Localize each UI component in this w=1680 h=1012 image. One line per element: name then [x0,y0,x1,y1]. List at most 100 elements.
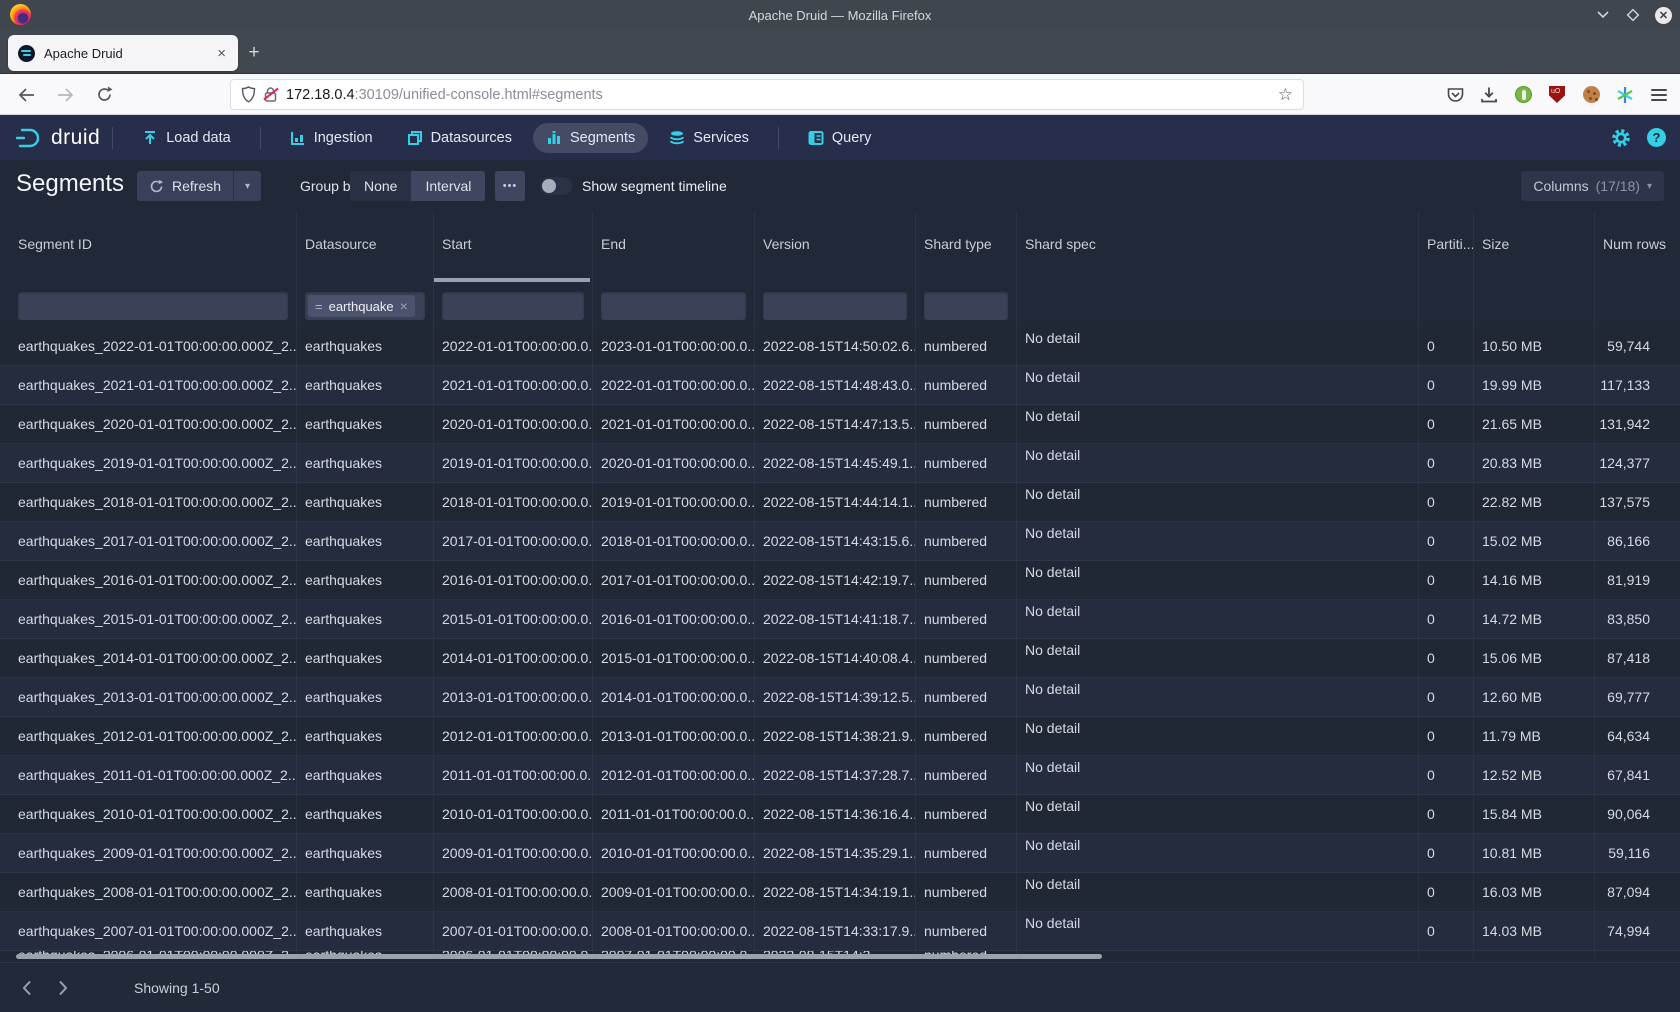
cell-segment_id[interactable]: earthquakes_2016-01-01T00:00:00.000Z_2..… [0,561,296,599]
cell-end[interactable]: 2020-01-01T00:00:00.0... [592,444,754,482]
cell-segment_id[interactable]: earthquakes_2014-01-01T00:00:00.000Z_2..… [0,639,296,677]
cell-datasource[interactable]: earthquakes [296,873,433,911]
cell-version[interactable]: 2022-08-15T14:41:18.7... [754,600,915,638]
cell-start[interactable]: 2016-01-01T00:00:00.0... [433,561,592,599]
cell-size[interactable]: 11.79 MB [1473,717,1594,755]
cell-shard_type[interactable]: numbered [915,483,1016,521]
cell-shard_spec[interactable]: No detail [1016,444,1418,482]
cell-version[interactable]: 2022-08-15T14:33:17.9... [754,912,915,950]
cell-partition[interactable]: 0 [1418,639,1473,677]
cell-shard_type[interactable]: numbered [915,366,1016,404]
cell-shard_type[interactable]: numbered [915,561,1016,599]
cell-segment_id[interactable]: earthquakes_2017-01-01T00:00:00.000Z_2..… [0,522,296,560]
cell-num_rows[interactable]: 64,634 [1594,717,1680,755]
bookmark-star-icon[interactable]: ☆ [1278,85,1293,105]
cell-size[interactable]: 21.65 MB [1473,405,1594,443]
cell-shard_spec[interactable]: No detail [1016,756,1418,794]
cell-shard_type[interactable]: numbered [915,834,1016,872]
cell-segment_id[interactable]: earthquakes_2011-01-01T00:00:00.000Z_2..… [0,756,296,794]
cell-num_rows[interactable]: 59,744 [1594,327,1680,365]
browser-tab-apache-druid[interactable]: Apache Druid × [8,35,238,71]
cell-end[interactable]: 2012-01-01T00:00:00.0... [592,756,754,794]
table-row[interactable]: earthquakes_2011-01-01T00:00:00.000Z_2..… [0,756,1680,795]
cell-shard_spec[interactable]: No detail [1016,327,1418,365]
cell-shard_spec[interactable]: No detail [1016,795,1418,833]
cell-end[interactable]: 2018-01-01T00:00:00.0... [592,522,754,560]
cell-shard_type[interactable]: numbered [915,405,1016,443]
cell-version[interactable]: 2022-08-15T14:48:43.0... [754,366,915,404]
table-row[interactable]: earthquakes_2021-01-01T00:00:00.000Z_2..… [0,366,1680,405]
cell-end[interactable]: 2021-01-01T00:00:00.0... [592,405,754,443]
cell-partition[interactable]: 0 [1418,405,1473,443]
nav-item-services[interactable]: Services [656,123,762,153]
cell-datasource[interactable]: earthquakes [296,444,433,482]
cell-num_rows[interactable]: 90,064 [1594,795,1680,833]
nav-item-segments[interactable]: Segments [533,123,648,153]
cell-num_rows[interactable]: 67,841 [1594,756,1680,794]
cell-datasource[interactable]: earthquakes [296,600,433,638]
cell-version[interactable]: 2022-08-15T14:43:15.6... [754,522,915,560]
cell-shard_spec[interactable]: No detail [1016,912,1418,950]
cell-shard_type[interactable]: numbered [915,795,1016,833]
column-header-segment-id[interactable]: Segment ID [0,212,296,284]
cell-size[interactable]: 15.02 MB [1473,522,1594,560]
cell-partition[interactable]: 0 [1418,600,1473,638]
cell-start[interactable]: 2019-01-01T00:00:00.0... [433,444,592,482]
cell-partition[interactable]: 0 [1418,912,1473,950]
cell-end[interactable]: 2009-01-01T00:00:00.0... [592,873,754,911]
cell-num_rows[interactable]: 87,418 [1594,639,1680,677]
cell-size[interactable]: 10.81 MB [1473,834,1594,872]
cell-version[interactable]: 2022-08-15T14:45:49.1... [754,444,915,482]
refresh-button[interactable]: Refresh [137,171,233,201]
cell-segment_id[interactable]: earthquakes_2020-01-01T00:00:00.000Z_2..… [0,405,296,443]
cell-end[interactable]: 2013-01-01T00:00:00.0... [592,717,754,755]
cell-end[interactable]: 2023-01-01T00:00:00.0... [592,327,754,365]
nav-item-load-data[interactable]: Load data [129,123,244,153]
cell-num_rows[interactable]: 87,094 [1594,873,1680,911]
cell-end[interactable]: 2017-01-01T00:00:00.0... [592,561,754,599]
cell-shard_type[interactable]: numbered [915,717,1016,755]
insecure-lock-icon[interactable] [264,87,277,102]
cell-segment_id[interactable]: earthquakes_2021-01-01T00:00:00.000Z_2..… [0,366,296,404]
toggle-switch-off[interactable] [540,177,572,195]
cell-shard_type[interactable]: numbered [915,522,1016,560]
table-row[interactable]: earthquakes_2020-01-01T00:00:00.000Z_2..… [0,405,1680,444]
cell-start[interactable]: 2022-01-01T00:00:00.0... [433,327,592,365]
cell-start[interactable]: 2011-01-01T00:00:00.0... [433,756,592,794]
cell-partition[interactable]: 0 [1418,327,1473,365]
column-header-partiti-[interactable]: Partiti... [1418,212,1473,284]
cell-shard_type[interactable]: numbered [915,444,1016,482]
cell-start[interactable]: 2017-01-01T00:00:00.0... [433,522,592,560]
reload-button[interactable] [88,79,120,110]
cell-datasource[interactable]: earthquakes [296,639,433,677]
close-icon[interactable]: ✕ [1655,7,1672,24]
table-row[interactable]: earthquakes_2007-01-01T00:00:00.000Z_2..… [0,912,1680,951]
cell-shard_type[interactable]: numbered [915,600,1016,638]
cell-size[interactable]: 15.06 MB [1473,639,1594,677]
downloads-icon[interactable] [1478,84,1500,106]
cell-segment_id[interactable]: earthquakes_2012-01-01T00:00:00.000Z_2..… [0,717,296,755]
cell-start[interactable]: 2014-01-01T00:00:00.0... [433,639,592,677]
pocket-icon[interactable] [1444,84,1466,106]
cell-segment_id[interactable]: earthquakes_2013-01-01T00:00:00.000Z_2..… [0,678,296,716]
cell-end[interactable]: 2008-01-01T00:00:00.0... [592,912,754,950]
cell-size[interactable]: 14.03 MB [1473,912,1594,950]
cell-version[interactable]: 2022-08-15T14:47:13.5... [754,405,915,443]
table-row[interactable]: earthquakes_2010-01-01T00:00:00.000Z_2..… [0,795,1680,834]
cell-num_rows[interactable]: 81,919 [1594,561,1680,599]
filter-input-shard-type[interactable] [924,292,1008,320]
cell-end[interactable]: 2010-01-01T00:00:00.0... [592,834,754,872]
cell-start[interactable]: 2021-01-01T00:00:00.0... [433,366,592,404]
cell-shard_spec[interactable]: No detail [1016,639,1418,677]
cell-partition[interactable]: 0 [1418,756,1473,794]
cell-size[interactable]: 20.83 MB [1473,444,1594,482]
cell-size[interactable]: 12.52 MB [1473,756,1594,794]
cell-partition[interactable]: 0 [1418,483,1473,521]
cell-start[interactable]: 2007-01-01T00:00:00.0... [433,912,592,950]
table-row[interactable]: earthquakes_2015-01-01T00:00:00.000Z_2..… [0,600,1680,639]
horizontal-scrollbar[interactable] [0,953,1680,960]
cell-version[interactable]: 2022-08-15T14:44:14.1... [754,483,915,521]
refresh-interval-dropdown[interactable]: ▾ [233,171,261,201]
cell-datasource[interactable]: earthquakes [296,834,433,872]
cell-size[interactable]: 10.50 MB [1473,327,1594,365]
